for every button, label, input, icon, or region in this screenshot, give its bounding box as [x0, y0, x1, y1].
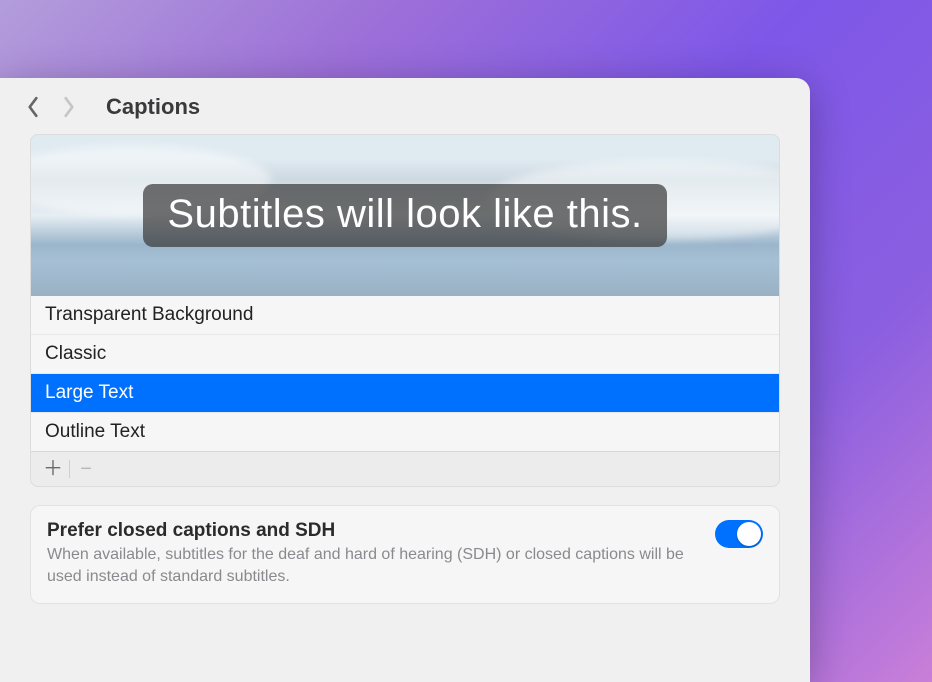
style-row[interactable]: Transparent Background: [31, 296, 779, 334]
caption-style-list: Transparent Background Classic Large Text O…: [30, 296, 780, 451]
add-style-button[interactable]: ＋: [39, 455, 67, 483]
remove-style-button[interactable]: −: [72, 455, 100, 483]
style-row-label: Outline Text: [45, 421, 145, 442]
prefer-cc-description: When available, subtitles for the deaf a…: [47, 544, 699, 587]
toggle-knob: [737, 522, 761, 546]
footer-separator: [69, 460, 70, 478]
page-title: Captions: [106, 94, 200, 120]
minus-icon: −: [80, 459, 92, 479]
plus-icon: ＋: [43, 459, 63, 479]
list-footer: ＋ −: [30, 451, 780, 487]
forward-button[interactable]: [56, 94, 82, 120]
style-row-label: Classic: [45, 343, 106, 364]
style-row[interactable]: Outline Text: [31, 412, 779, 451]
style-row[interactable]: Classic: [31, 334, 779, 373]
header: Captions: [0, 78, 810, 134]
style-row[interactable]: Large Text: [31, 373, 779, 412]
caption-preview: Subtitles will look like this.: [30, 134, 780, 296]
prefer-cc-text: Prefer closed captions and SDH When avai…: [47, 520, 699, 587]
prefer-cc-card: Prefer closed captions and SDH When avai…: [30, 505, 780, 604]
settings-window: Captions Subtitles will look like this. …: [0, 78, 810, 682]
style-row-label: Transparent Background: [45, 304, 253, 325]
back-button[interactable]: [20, 94, 46, 120]
style-row-label: Large Text: [45, 382, 133, 403]
prefer-cc-toggle[interactable]: [715, 520, 763, 548]
prefer-cc-title: Prefer closed captions and SDH: [47, 520, 699, 542]
content: Subtitles will look like this. Transpare…: [0, 134, 810, 604]
caption-preview-text: Subtitles will look like this.: [143, 184, 666, 247]
